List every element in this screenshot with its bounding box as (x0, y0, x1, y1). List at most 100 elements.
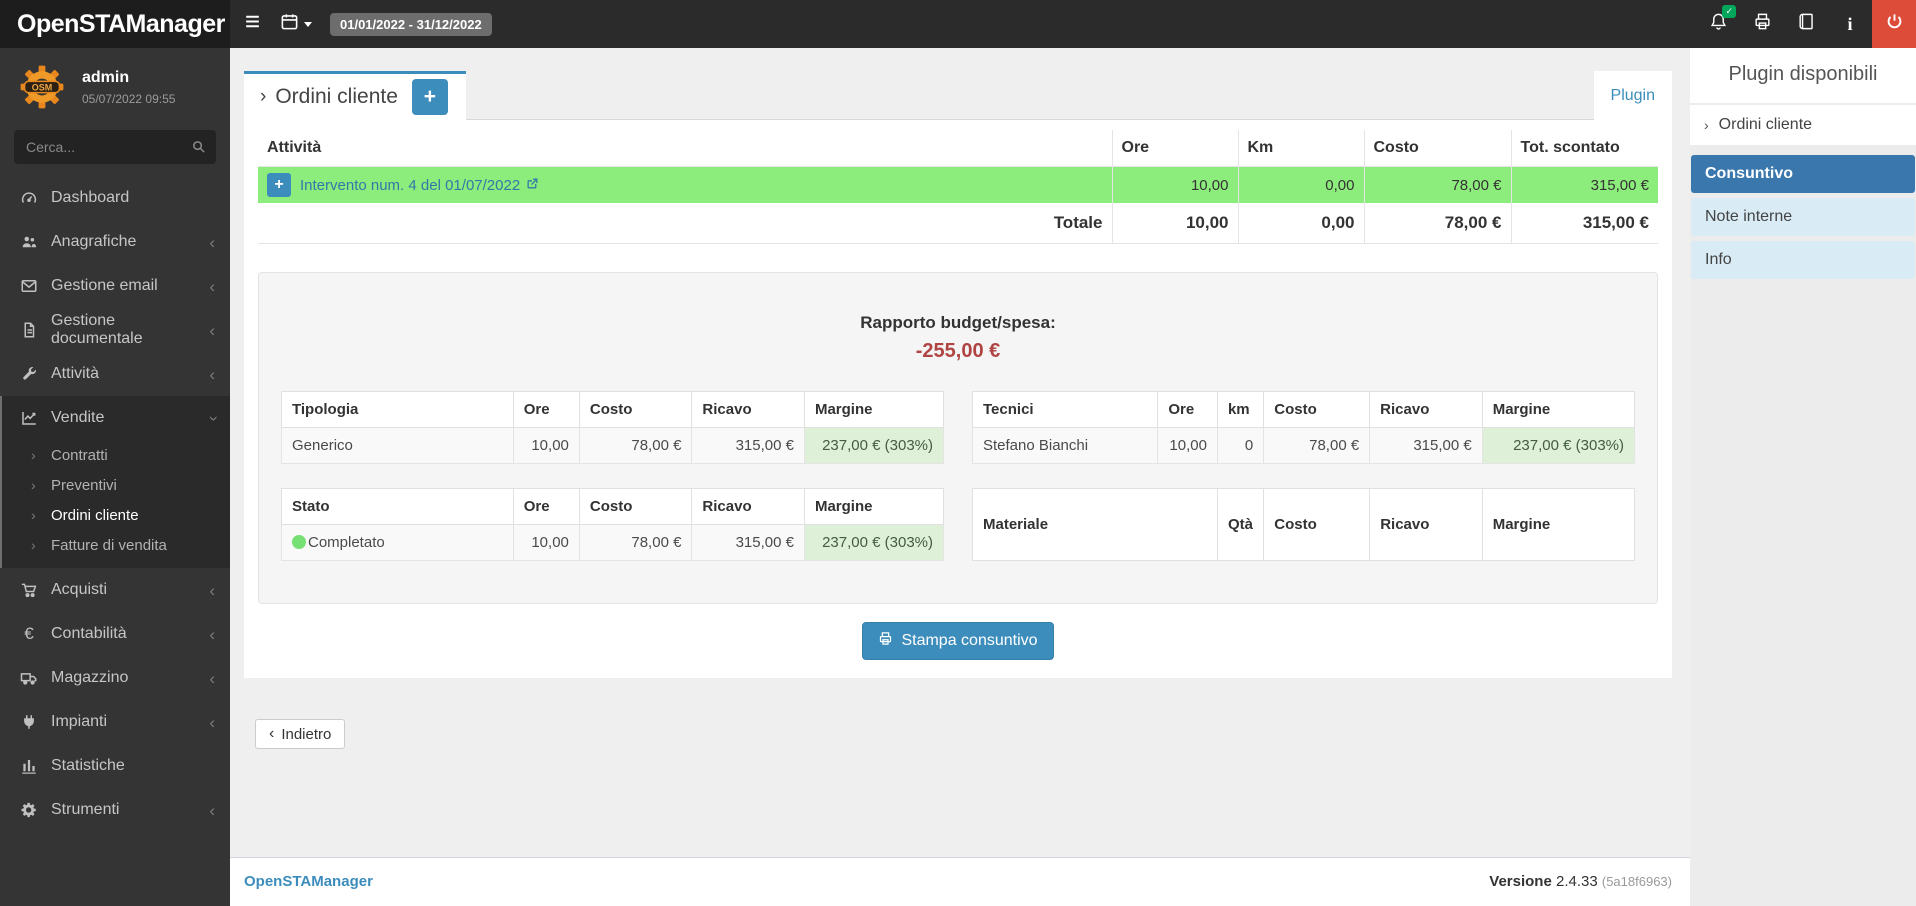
chevron-left-icon: ‹ (209, 322, 215, 339)
sidebar-item-gestione-documentale[interactable]: Gestione documentale ‹ (0, 308, 230, 352)
tipologia-table: Tipologia Ore Costo Ricavo Margine Gener… (281, 391, 944, 464)
search-icon[interactable] (191, 139, 206, 159)
chevron-left-icon: ‹ (209, 670, 215, 687)
sidebar-item-vendite[interactable]: Vendite ‹ (0, 396, 230, 440)
add-order-button[interactable]: + (412, 79, 448, 115)
back-button[interactable]: ‹ Indietro (255, 719, 345, 749)
date-range-badge[interactable]: 01/01/2022 - 31/12/2022 (330, 13, 492, 36)
budget-title: Rapporto budget/spesa: (281, 313, 1635, 333)
navbar-right: ✓ i (1696, 0, 1916, 48)
chevron-down-icon: ‹ (204, 415, 221, 421)
sidebar-item-anagrafiche[interactable]: Anagrafiche ‹ (0, 220, 230, 264)
sidebar-item-attivita[interactable]: Attività ‹ (0, 352, 230, 396)
column-header: Ore (513, 392, 579, 428)
sidebar-item-label: Vendite (51, 409, 209, 427)
bar-chart-icon (18, 757, 40, 775)
sidebar-item-label: Strumenti (51, 801, 209, 819)
caret-down-icon (304, 22, 312, 27)
topbar: OpenSTAManager 01/01/2022 - 31/12/2022 (0, 0, 1916, 48)
table-row: Generico 10,00 78,00 € 315,00 € 237,00 €… (282, 428, 944, 464)
main-column: › Ordini cliente + Plugin Attività Or (230, 48, 1690, 906)
activity-costo: 78,00 € (1364, 167, 1511, 204)
plugin-tab-info[interactable]: Info (1691, 241, 1915, 279)
sidebar-item-label: Magazzino (51, 669, 209, 687)
user-name: admin (82, 69, 175, 87)
column-header: Attività (258, 130, 1112, 167)
column-header: Ore (1158, 392, 1218, 428)
plugin-panel: Plugin disponibili › Ordini cliente Cons… (1690, 48, 1916, 906)
info-icon: i (1847, 14, 1852, 35)
book-icon (1797, 12, 1816, 36)
sidebar-item-magazzino[interactable]: Magazzino ‹ (0, 656, 230, 700)
column-header: Ricavo (692, 489, 805, 525)
navbar: 01/01/2022 - 31/12/2022 ✓ (230, 0, 1916, 48)
footer-brand-link[interactable]: OpenSTAManager (244, 873, 373, 890)
total-costo: 78,00 € (1364, 203, 1511, 244)
table-row: Completato 10,00 78,00 € 315,00 € 237,00… (282, 525, 944, 561)
activity-link[interactable]: Intervento num. 4 del 01/07/2022 (300, 177, 539, 194)
version-text: Versione 2.4.33 (5a18f6963) (1489, 873, 1672, 890)
app-window: OpenSTAManager 01/01/2022 - 31/12/2022 (0, 0, 1916, 906)
sidebar-item-contabilita[interactable]: € Contabilità ‹ (0, 612, 230, 656)
expand-activity-button[interactable]: + (267, 173, 291, 197)
sidebar-subitem-fatture-di-vendita[interactable]: › Fatture di vendita (0, 530, 230, 560)
order-card: Attività Ore Km Costo Tot. scontato (244, 120, 1672, 678)
stato-table: Stato Ore Costo Ricavo Margine Completat… (281, 488, 944, 561)
sidebar-subitem-contratti[interactable]: › Contratti (0, 440, 230, 470)
sidebar-item-gestione-email[interactable]: Gestione email ‹ (0, 264, 230, 308)
column-header: Margine (1482, 489, 1634, 561)
status-dot-green (292, 535, 306, 549)
notifications-button[interactable]: ✓ (1696, 0, 1740, 48)
plugin-tab-note-interne[interactable]: Note interne (1691, 198, 1915, 236)
chevron-right-icon: › (31, 447, 51, 463)
sidebar-item-impianti[interactable]: Impianti ‹ (0, 700, 230, 744)
tecnici-table: Tecnici Ore km Costo Ricavo Margine Stef… (972, 391, 1635, 464)
sidebar-subitem-ordini-cliente[interactable]: › Ordini cliente (0, 500, 230, 530)
column-header: Ricavo (692, 392, 805, 428)
sidebar-subitem-preventivi[interactable]: › Preventivi (0, 470, 230, 500)
sidebar-item-statistiche[interactable]: Statistiche (0, 744, 230, 788)
budget-value: -255,00 € (281, 340, 1635, 363)
calendar-dropdown-button[interactable] (274, 0, 318, 48)
docs-button[interactable] (1784, 0, 1828, 48)
print-consuntivo-button[interactable]: Stampa consuntivo (862, 622, 1053, 660)
total-tot-scontato: 315,00 € (1511, 203, 1658, 244)
sidebar-item-dashboard[interactable]: Dashboard (0, 176, 230, 220)
column-header: Km (1238, 130, 1364, 167)
column-header: km (1217, 392, 1263, 428)
sidebar-item-label: Gestione documentale (51, 312, 209, 348)
activity-tot-scontato: 315,00 € (1511, 167, 1658, 204)
sidebar-subitem-label: Fatture di vendita (51, 537, 167, 554)
about-button[interactable]: i (1828, 0, 1872, 48)
calendar-icon (280, 12, 299, 36)
activity-km: 0,00 (1238, 167, 1364, 204)
column-header: Costo (1364, 130, 1511, 167)
plugin-link[interactable]: Plugin (1594, 71, 1672, 120)
plugin-panel-order-link[interactable]: › Ordini cliente (1690, 105, 1916, 145)
tab-ordini-cliente[interactable]: › Ordini cliente + (244, 71, 466, 120)
plugin-tab-consuntivo[interactable]: Consuntivo (1691, 155, 1915, 193)
logout-button[interactable] (1872, 0, 1916, 48)
sidebar-item-label: Anagrafiche (51, 233, 209, 251)
sidebar-toggle-button[interactable] (230, 0, 274, 48)
sidebar-item-label: Acquisti (51, 581, 209, 599)
chevron-left-icon: ‹ (209, 366, 215, 383)
chevron-left-icon: ‹ (269, 725, 274, 743)
print-button-topbar[interactable] (1740, 0, 1784, 48)
sidebar-item-label: Attività (51, 365, 209, 383)
plug-icon (18, 713, 40, 731)
chevron-left-icon: ‹ (209, 234, 215, 251)
chevron-right-icon: › (260, 86, 266, 108)
materiale-table: Materiale Qtà Costo Ricavo Margine (972, 488, 1635, 561)
table-row: Stefano Bianchi 10,00 0 78,00 € 315,00 €… (973, 428, 1635, 464)
page-title: › Ordini cliente (260, 85, 398, 109)
sidebar-item-strumenti[interactable]: Strumenti ‹ (0, 788, 230, 832)
chevron-right-icon: › (31, 477, 51, 493)
sidebar-item-acquisti[interactable]: Acquisti ‹ (0, 568, 230, 612)
osm-gear-logo: OSM (15, 60, 69, 114)
cart-icon (18, 581, 40, 599)
search-input[interactable] (14, 130, 216, 164)
column-header: Ricavo (1370, 489, 1483, 561)
chevron-left-icon: ‹ (209, 626, 215, 643)
chevron-right-icon: › (31, 507, 51, 523)
